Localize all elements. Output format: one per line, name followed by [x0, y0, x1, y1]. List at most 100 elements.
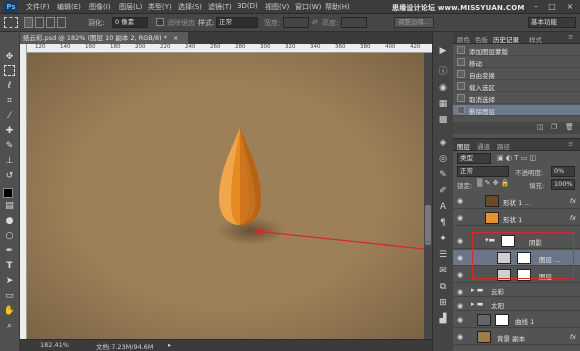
type-icon[interactable]: T — [2, 259, 17, 274]
visibility-eye-icon[interactable]: ◉ — [455, 287, 465, 297]
notes-icon[interactable]: ✉ — [436, 264, 450, 278]
hand-icon[interactable]: ✋ — [2, 304, 17, 319]
history-item[interactable]: 自由变换 — [453, 69, 580, 80]
visibility-eye-icon[interactable]: ◉ — [455, 236, 465, 246]
scrollbar-thumb[interactable] — [425, 205, 431, 245]
visibility-eye-icon[interactable]: ◉ — [455, 301, 465, 311]
visibility-eye-icon[interactable]: ◉ — [455, 270, 465, 280]
tab-channels[interactable]: 通道 — [477, 141, 490, 151]
layers-menu-icon[interactable]: ≡ — [568, 140, 573, 148]
refine-edge-button[interactable]: 调整边缘... — [394, 17, 434, 28]
history-item-selected[interactable]: 删除图层 — [453, 105, 580, 116]
layer-filter-select[interactable]: 类型 — [457, 153, 491, 164]
height-input[interactable] — [341, 17, 367, 28]
layer-row[interactable]: ◉ 形状 1 ... fx — [453, 193, 580, 209]
width-input[interactable] — [283, 17, 309, 28]
status-menu-arrow-icon[interactable]: ▸ — [168, 341, 171, 349]
lock-icons[interactable]: ▒ ✎ ✥ 🔒 — [477, 179, 510, 187]
new-doc-icon[interactable]: ❐ — [551, 123, 557, 131]
tab-paths[interactable]: 路径 — [497, 141, 510, 151]
rect-marquee-icon[interactable] — [4, 17, 18, 28]
lasso-icon[interactable]: ℓ — [2, 79, 17, 94]
visibility-eye-icon[interactable]: ◉ — [455, 213, 465, 223]
zoom-level[interactable]: 182.41% — [40, 341, 69, 349]
minimize-button[interactable]: – — [530, 2, 542, 12]
fill-input[interactable]: 100% — [551, 179, 575, 190]
menu-filter[interactable]: 滤镜(T) — [208, 2, 232, 12]
menu-edit[interactable]: 编辑(E) — [57, 2, 81, 12]
tab-styles[interactable]: 样式 — [529, 34, 542, 44]
paragraph-icon[interactable]: ¶ — [436, 216, 450, 230]
swatches-icon[interactable]: ▩ — [436, 113, 450, 127]
history-brush-icon[interactable]: ↺ — [2, 169, 17, 184]
menu-help[interactable]: 帮助(H) — [325, 2, 350, 12]
adjustments-icon[interactable]: ▦ — [436, 97, 450, 111]
maximize-button[interactable]: □ — [546, 2, 558, 12]
navigator-icon[interactable]: ⊞ — [436, 296, 450, 310]
gradient-icon[interactable]: ▤ — [2, 199, 17, 214]
info-icon[interactable]: ⓘ — [436, 65, 450, 79]
opacity-input[interactable]: 0% — [551, 166, 575, 177]
visibility-eye-icon[interactable]: ◉ — [455, 196, 465, 206]
paths-icon[interactable]: ✎ — [436, 168, 450, 182]
trash-icon[interactable]: 🗑 — [565, 123, 574, 131]
history-item[interactable]: 移动 — [453, 57, 580, 68]
styles-icon[interactable]: ✦ — [436, 232, 450, 246]
history-item[interactable]: 取消选择 — [453, 93, 580, 104]
layer-group-row[interactable]: ◉ ▸ ▬ 太阳 — [453, 298, 580, 311]
brush-presets-icon[interactable]: ✐ — [436, 184, 450, 198]
character-icon[interactable]: A — [436, 200, 450, 214]
swap-dimensions-icon[interactable]: ⇄ — [312, 18, 318, 26]
document-tab[interactable]: 纸云彩.psd @ 182% (图层 10 副本 2, RGB/8) * × — [20, 32, 188, 44]
style-select[interactable]: 正常 — [216, 17, 258, 28]
close-tab-icon[interactable]: × — [173, 34, 178, 42]
snapshot-icon[interactable]: ◫ — [537, 123, 544, 131]
menu-image[interactable]: 图像(I) — [89, 2, 111, 12]
history-item[interactable]: 添加图层蒙版 — [453, 45, 580, 56]
blur-icon[interactable]: ● — [2, 214, 17, 229]
add-selection-icon[interactable] — [35, 17, 44, 28]
clone-source-icon[interactable]: ⧉ — [436, 280, 450, 294]
panel-menu-icon[interactable]: ≡ — [568, 33, 573, 41]
channels-icon[interactable]: ◎ — [436, 152, 450, 166]
filter-icons[interactable]: ▣ ◐ T ▭ ◫ — [497, 154, 536, 162]
vertical-scrollbar[interactable] — [424, 53, 432, 339]
folder-icon[interactable]: ▸ ▬ — [471, 286, 483, 294]
layer-group-row[interactable]: ◉ ▸ ▬ 云彩 — [453, 284, 580, 297]
menu-3d[interactable]: 3D(D) — [237, 2, 258, 10]
menu-type[interactable]: 类型(Y) — [148, 2, 172, 12]
move-icon[interactable]: ✥ — [2, 50, 17, 65]
shape-icon[interactable]: ▭ — [2, 289, 17, 304]
menu-select[interactable]: 选择(S) — [178, 2, 202, 12]
blend-mode-select[interactable]: 正常 — [457, 166, 509, 177]
tab-history[interactable]: 历史记录 — [493, 34, 519, 44]
antialias-checkbox[interactable] — [156, 18, 164, 26]
folder-icon[interactable]: ▸ ▬ — [471, 300, 483, 308]
zoom-icon[interactable]: ⌕ — [2, 319, 17, 334]
stamp-icon[interactable]: ⊥ — [2, 154, 17, 169]
play-icon[interactable]: ▶ — [436, 44, 450, 58]
crop-icon[interactable]: ⌗ — [2, 94, 17, 109]
menu-view[interactable]: 视图(V) — [265, 2, 289, 12]
visibility-eye-icon[interactable]: ◉ — [455, 315, 465, 325]
dodge-icon[interactable]: ○ — [2, 229, 17, 244]
layer-row[interactable]: ◉ 背景 副本 fx — [453, 329, 580, 345]
feather-input[interactable]: 0 像素 — [112, 17, 148, 28]
marquee-icon[interactable] — [4, 65, 15, 76]
close-window-button[interactable]: × — [564, 2, 576, 12]
path-select-icon[interactable]: ➤ — [2, 274, 17, 289]
properties-icon[interactable]: ☰ — [436, 248, 450, 262]
subtract-selection-icon[interactable] — [46, 17, 55, 28]
tab-layers[interactable]: 图层 — [457, 141, 470, 151]
menu-file[interactable]: 文件(F) — [26, 2, 50, 12]
brush-icon[interactable]: ✎ — [2, 139, 17, 154]
document-canvas[interactable] — [27, 53, 424, 339]
healing-icon[interactable]: ✚ — [2, 124, 17, 139]
layers-panel-icon[interactable]: ◈ — [436, 136, 450, 150]
history-item[interactable]: 载入选区 — [453, 81, 580, 92]
color-wheel-icon[interactable]: ◉ — [436, 81, 450, 95]
eyedropper-icon[interactable]: ⁄ — [2, 109, 17, 124]
layer-row[interactable]: ◉ 形状 1 fx — [453, 210, 580, 226]
visibility-eye-icon[interactable]: ◉ — [455, 253, 465, 263]
tab-color[interactable]: 颜色 — [457, 34, 470, 44]
